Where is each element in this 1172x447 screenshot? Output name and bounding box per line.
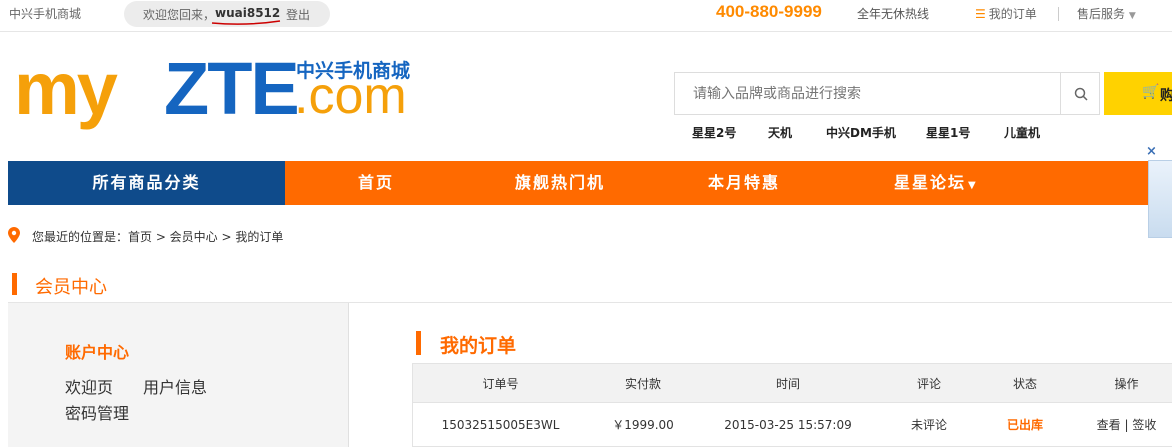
welcome-text: 欢迎您回来， bbox=[143, 8, 216, 22]
side-ad[interactable]: × bbox=[1144, 144, 1172, 240]
cart-label: 购 bbox=[1160, 88, 1172, 104]
hot-word-link[interactable]: 中兴DM手机 bbox=[826, 124, 896, 141]
close-icon[interactable]: × bbox=[1146, 144, 1157, 159]
column-header: 操作 bbox=[1114, 376, 1139, 391]
hot-word-link[interactable]: 星星1号 bbox=[926, 124, 970, 141]
logout-link[interactable]: 登出 bbox=[286, 6, 310, 23]
sidebar-item-welcome[interactable]: 欢迎页 bbox=[65, 374, 113, 398]
my-orders-label: 我的订单 bbox=[988, 7, 1037, 21]
table-row: 15032515005E3WL ￥1999.00 2015-03-25 15:5… bbox=[412, 403, 1172, 447]
nav-item-home[interactable]: 首页 bbox=[358, 161, 394, 205]
logo-zte: ZTE bbox=[164, 47, 300, 130]
after-sales-label: 售后服务 bbox=[1077, 7, 1126, 21]
heading-accent bbox=[12, 273, 17, 295]
heading-accent bbox=[416, 331, 421, 355]
order-number: 15032515005E3WL bbox=[441, 417, 560, 432]
order-paid: ￥1999.00 bbox=[612, 418, 674, 432]
divider bbox=[1058, 7, 1059, 21]
orders-title: 我的订单 bbox=[440, 335, 517, 357]
customer-service-image bbox=[1148, 160, 1172, 238]
welcome-pill: 欢迎您回来， wuai8512 登出 bbox=[124, 1, 330, 27]
hotline-number: 400-880-9999 bbox=[716, 2, 822, 21]
my-orders-link[interactable]: ☰ 我的订单 bbox=[975, 5, 1037, 22]
search-box bbox=[674, 72, 1100, 115]
main-nav: 所有商品分类 首页 旗舰热门机 本月特惠 星星论坛 ▼ bbox=[8, 161, 1172, 205]
sidebar-item-user-info[interactable]: 用户信息 bbox=[143, 374, 207, 398]
order-review: 未评论 bbox=[910, 418, 947, 432]
site-name[interactable]: 中兴手机商城 bbox=[9, 5, 81, 22]
column-header: 时间 bbox=[775, 376, 800, 391]
top-bar: 中兴手机商城 欢迎您回来， wuai8512 登出 400-880-9999 全… bbox=[0, 0, 1172, 32]
hotline-label: 全年无休热线 bbox=[857, 7, 930, 21]
breadcrumb-text[interactable]: 您最近的位置是：首页 > 会员中心 > 我的订单 bbox=[32, 228, 283, 245]
after-sales-menu[interactable]: 售后服务 ▼ bbox=[1077, 5, 1136, 22]
hot-word-link[interactable]: 儿童机 bbox=[1004, 124, 1040, 141]
username-underline bbox=[211, 20, 281, 25]
cart-button[interactable]: 🛒 购 bbox=[1104, 72, 1172, 115]
column-header: 评论 bbox=[916, 376, 941, 391]
cart-icon: 🛒 bbox=[1142, 84, 1160, 100]
site-logo[interactable]: my ZTE 中兴手机商城 .com bbox=[14, 47, 424, 137]
column-header: 状态 bbox=[1012, 376, 1037, 391]
nav-item-forum-label: 星星论坛 bbox=[894, 173, 967, 192]
order-actions[interactable]: 查看 | 签收 bbox=[1070, 403, 1172, 446]
order-status: 已出库 bbox=[1006, 418, 1043, 432]
chevron-down-icon: ▼ bbox=[1128, 11, 1136, 21]
nav-item-monthly-deals[interactable]: 本月特惠 bbox=[708, 161, 780, 205]
list-icon: ☰ bbox=[975, 7, 986, 21]
account-center-title: 账户中心 bbox=[65, 343, 130, 362]
hot-word-link[interactable]: 天机 bbox=[768, 124, 792, 141]
location-pin-icon bbox=[8, 227, 20, 243]
order-time: 2015-03-25 15:57:09 bbox=[724, 417, 852, 432]
nav-item-flagship[interactable]: 旗舰热门机 bbox=[515, 161, 605, 205]
logo-com: .com bbox=[294, 67, 407, 125]
member-sidebar: 账户中心 欢迎页 用户信息 密码管理 bbox=[8, 303, 349, 447]
sidebar-item-password[interactable]: 密码管理 bbox=[65, 400, 129, 424]
all-categories-button[interactable]: 所有商品分类 bbox=[8, 161, 285, 205]
column-header: 订单号 bbox=[482, 376, 519, 391]
search-button[interactable] bbox=[1060, 73, 1100, 114]
member-center-title: 会员中心 bbox=[35, 277, 107, 298]
search-icon bbox=[1074, 87, 1088, 101]
logo-my: my bbox=[14, 47, 118, 130]
table-header: 订单号 实付款 时间 评论 状态 操作 bbox=[412, 363, 1172, 403]
column-header: 实付款 bbox=[624, 376, 661, 391]
chevron-down-icon: ▼ bbox=[968, 180, 978, 191]
hot-word-link[interactable]: 星星2号 bbox=[692, 124, 736, 141]
search-input[interactable] bbox=[675, 73, 1059, 114]
nav-item-forum[interactable]: 星星论坛 ▼ bbox=[894, 161, 978, 205]
